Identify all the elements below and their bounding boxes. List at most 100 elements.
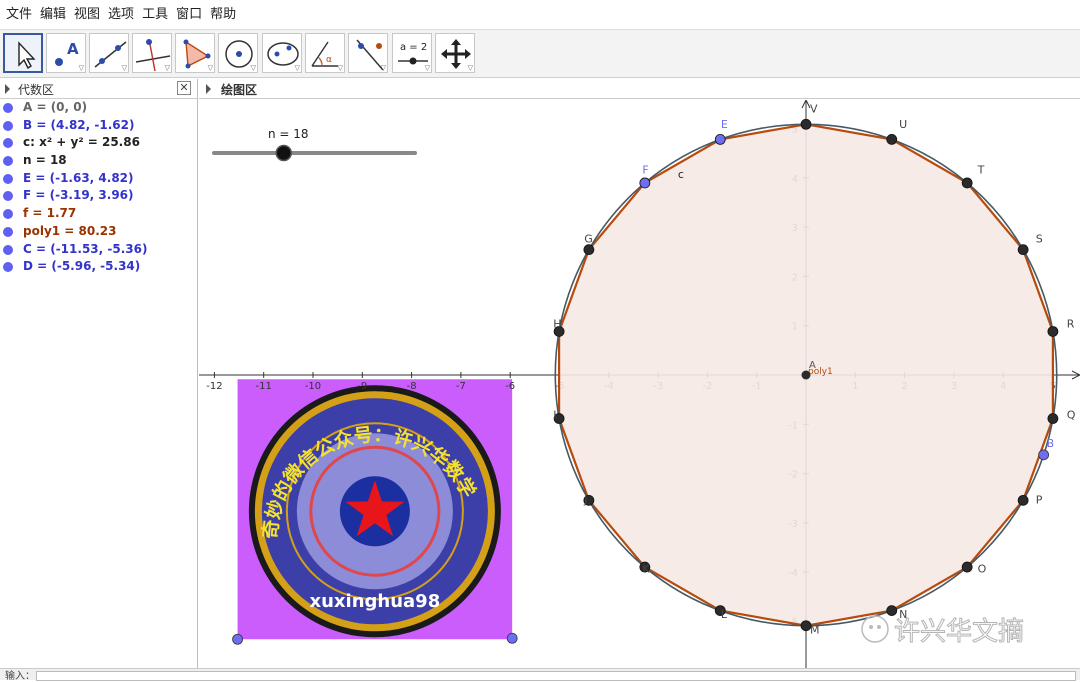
menu-item-2[interactable]: 视图 <box>70 0 104 30</box>
vertex-point-R[interactable] <box>1047 326 1059 337</box>
dropdown-triangle-icon[interactable]: ▽ <box>468 64 473 72</box>
vertex-point-S[interactable] <box>1017 244 1029 256</box>
graphics-canvas[interactable]: 奇妙的微信公众号：许兴华数学xuxinghua98-12 -11 -10 -9 -8 -7… <box>199 98 1080 668</box>
menu-item-3[interactable]: 选项 <box>104 0 138 30</box>
visibility-dot-icon[interactable] <box>3 156 13 167</box>
visibility-dot-icon[interactable] <box>3 244 13 255</box>
vertex-label: I <box>553 408 556 421</box>
collapse-triangle-icon[interactable] <box>206 84 211 94</box>
dropdown-triangle-icon[interactable]: ▽ <box>251 64 256 72</box>
x-tick-label: -12 <box>206 381 222 392</box>
point-tool-button[interactable]: A ▽ <box>46 33 86 73</box>
input-bar: 输入： <box>0 668 1080 682</box>
menu-item-6[interactable]: 帮助 <box>206 0 240 30</box>
algebra-item-text: E = (-1.63, 4.82) <box>23 170 134 185</box>
visibility-dot-icon[interactable] <box>3 120 13 131</box>
vertex-label: H <box>553 318 561 331</box>
visibility-dot-icon[interactable] <box>3 262 13 273</box>
slider-knob[interactable] <box>275 144 292 162</box>
vertex-point-E[interactable] <box>714 134 726 145</box>
polygon-tool-button[interactable]: ▽ <box>175 33 215 73</box>
algebra-item[interactable]: f = 1.77 <box>0 205 197 223</box>
vertex-point-O[interactable] <box>961 561 973 573</box>
visibility-dot-icon[interactable] <box>3 226 13 237</box>
algebra-item-text: c: x² + y² = 25.86 <box>23 135 140 150</box>
vertex-point-U[interactable] <box>886 134 898 145</box>
algebra-item-text: C = (-11.53, -5.36) <box>23 241 148 256</box>
vertex-label: J <box>583 493 587 506</box>
menu-bar: 文件 编辑 视图 选项 工具 窗口 帮助 <box>0 0 1080 30</box>
algebra-item[interactable]: n = 18 <box>0 152 197 170</box>
visibility-dot-icon[interactable] <box>3 103 13 113</box>
x-tick-label: -7 <box>456 381 466 392</box>
algebra-item-text: D = (-5.96, -5.34) <box>23 259 141 274</box>
algebra-item[interactable]: D = (-5.96, -5.34) <box>0 258 197 276</box>
vertex-label: L <box>721 608 728 621</box>
origin-point-a[interactable] <box>801 370 811 380</box>
wechat-icon-eye <box>869 625 873 629</box>
vertex-label: R <box>1067 318 1075 331</box>
algebra-item[interactable]: A = (0, 0) <box>0 99 197 117</box>
menu-item-1[interactable]: 编辑 <box>36 0 70 30</box>
vertex-label: Q <box>1067 408 1076 421</box>
vertex-point-V[interactable] <box>800 118 812 130</box>
ellipse-tool-button[interactable]: ▽ <box>262 33 302 73</box>
vertex-point-P[interactable] <box>1017 494 1029 506</box>
dropdown-triangle-icon[interactable]: ▽ <box>381 64 386 72</box>
algebra-item[interactable]: F = (-3.19, 3.96) <box>0 187 197 205</box>
menu-item-0[interactable]: 文件 <box>2 0 36 30</box>
vertex-point-Q[interactable] <box>1047 413 1059 424</box>
circle-label: c <box>678 168 684 181</box>
dropdown-triangle-icon[interactable]: ▽ <box>208 64 213 72</box>
visibility-dot-icon[interactable] <box>3 209 13 220</box>
algebra-panel: 代数区 ✕ A = (0, 0) B = (4.82, -1.62) c: x² +… <box>0 79 198 668</box>
vertex-point-G[interactable] <box>583 244 595 256</box>
graphics-view[interactable]: 奇妙的微信公众号：许兴华数学 xuxinghua98 -12 -11 -10 -9 -8 -7… <box>199 98 1080 668</box>
perpendicular-tool-button[interactable]: ▽ <box>132 33 172 73</box>
vertex-point-F[interactable] <box>639 177 651 189</box>
move-tool-button[interactable] <box>3 33 43 73</box>
vertex-point-T[interactable] <box>961 177 973 189</box>
algebra-item-text: n = 18 <box>23 153 67 168</box>
menu-item-5[interactable]: 窗口 <box>172 0 206 30</box>
algebra-item[interactable]: poly1 = 80.23 <box>0 223 197 241</box>
algebra-item[interactable]: c: x² + y² = 25.86 <box>0 134 197 152</box>
algebra-item[interactable]: B = (4.82, -1.62) <box>0 117 197 135</box>
vertex-label: T <box>977 163 985 176</box>
dropdown-triangle-icon[interactable]: ▽ <box>165 64 170 72</box>
line-tool-button[interactable]: ▽ <box>89 33 129 73</box>
point-b-label: B <box>1047 437 1055 450</box>
collapse-triangle-icon[interactable] <box>5 84 10 94</box>
dropdown-triangle-icon[interactable]: ▽ <box>79 64 84 72</box>
algebra-item[interactable]: E = (-1.63, 4.82) <box>0 170 197 188</box>
close-icon[interactable]: ✕ <box>177 81 191 95</box>
point-b[interactable] <box>1038 449 1050 461</box>
dropdown-triangle-icon[interactable]: ▽ <box>295 64 300 72</box>
visibility-dot-icon[interactable] <box>3 173 13 184</box>
dropdown-triangle-icon[interactable]: ▽ <box>122 64 127 72</box>
vertex-point-N[interactable] <box>886 605 898 616</box>
angle-tool-button[interactable]: α ▽ <box>305 33 345 73</box>
dropdown-triangle-icon[interactable]: ▽ <box>338 64 343 72</box>
slider-label: n = 18 <box>268 127 309 141</box>
dropdown-triangle-icon[interactable]: ▽ <box>425 64 430 72</box>
x-tick-label: -8 <box>407 381 417 392</box>
graphics-panel-title: 绘图区 <box>221 83 258 97</box>
algebra-item[interactable]: C = (-11.53, -5.36) <box>0 241 197 259</box>
algebra-item-text: f = 1.77 <box>23 206 77 221</box>
cursor-arrow-icon <box>18 41 36 70</box>
vertex-label: G <box>584 233 593 246</box>
watermark-text: 许兴华文摘 <box>894 617 1024 647</box>
reflect-tool-button[interactable]: ▽ <box>348 33 388 73</box>
visibility-dot-icon[interactable] <box>3 191 13 202</box>
visibility-dot-icon[interactable] <box>3 138 13 149</box>
image-corner-point-C[interactable] <box>232 633 243 645</box>
menu-item-4[interactable]: 工具 <box>138 0 172 30</box>
slider-tool-button[interactable]: a = 2 ▽ <box>392 33 432 73</box>
move-view-tool-button[interactable]: ▽ <box>435 33 475 73</box>
svg-text:A: A <box>67 40 79 58</box>
algebra-item-text: B = (4.82, -1.62) <box>23 117 135 132</box>
image-corner-point-D[interactable] <box>506 632 518 644</box>
circle-tool-button[interactable]: ▽ <box>218 33 258 73</box>
vertex-label: E <box>721 118 728 131</box>
